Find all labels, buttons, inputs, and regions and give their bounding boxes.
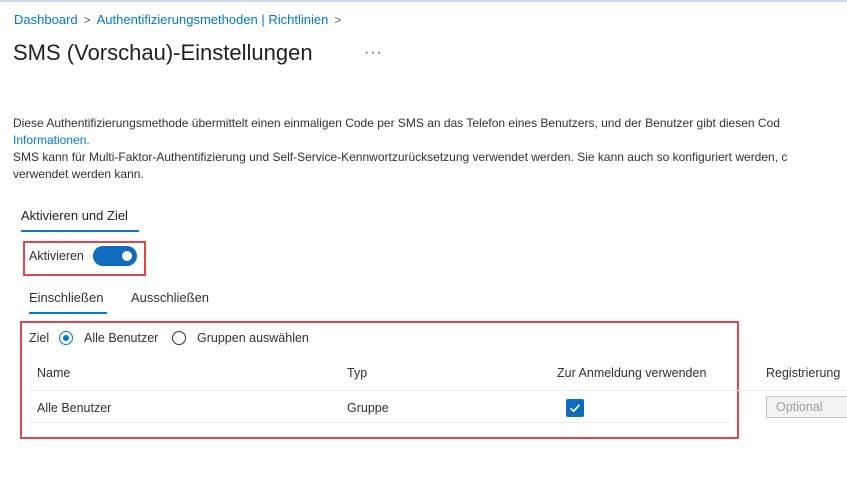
description-line-2: Informationen. <box>13 133 90 147</box>
breadcrumb-auth-methods[interactable]: Authentifizierungsmethoden | Richtlinien <box>97 12 329 27</box>
more-info-link[interactable]: Informationen. <box>13 133 90 147</box>
toggle-knob <box>122 251 132 261</box>
tab-include[interactable]: Einschließen <box>29 290 103 305</box>
include-tab-underline <box>29 312 107 314</box>
column-header-sign-in: Zur Anmeldung verwenden <box>557 366 707 380</box>
radio-select-groups-label: Gruppen auswählen <box>197 331 309 345</box>
enable-label: Aktivieren <box>29 249 84 263</box>
page-title: SMS (Vorschau)-Einstellungen <box>13 40 313 65</box>
row-divider <box>29 422 729 423</box>
description-line-4: verwendet werden kann. <box>13 167 144 181</box>
breadcrumb-separator: > <box>83 13 91 27</box>
row-name: Alle Benutzer <box>37 401 112 415</box>
column-header-type: Typ <box>347 366 368 380</box>
row-type: Gruppe <box>347 401 389 415</box>
breadcrumb-dashboard[interactable]: Dashboard <box>14 12 78 27</box>
tab-enable-and-target[interactable]: Aktivieren und Ziel <box>21 208 128 223</box>
column-header-registration: Registrierung <box>766 366 841 380</box>
sign-in-checkbox[interactable] <box>566 399 584 417</box>
checkmark-icon <box>569 404 581 413</box>
radio-all-users-label: Alle Benutzer <box>84 331 159 345</box>
enable-toggle[interactable] <box>93 246 137 266</box>
description-line-1: Diese Authentifizierungsmethode übermitt… <box>13 116 780 130</box>
target-label: Ziel <box>29 331 50 345</box>
description-line-3: SMS kann für Multi-Faktor-Authentifizier… <box>13 150 788 164</box>
column-header-name: Name <box>37 366 71 380</box>
header-divider <box>29 390 847 391</box>
breadcrumb: Dashboard > Authentifizierungsmethoden | R… <box>14 12 347 27</box>
registration-dropdown[interactable]: Optional <box>766 396 847 418</box>
radio-all-users[interactable] <box>59 331 73 345</box>
radio-select-groups[interactable] <box>172 331 186 345</box>
tab-exclude[interactable]: Ausschließen <box>131 290 209 305</box>
breadcrumb-separator: > <box>334 13 342 27</box>
tab-underline <box>21 230 139 232</box>
top-border <box>0 0 847 2</box>
more-options-button[interactable]: ··· <box>364 44 383 62</box>
